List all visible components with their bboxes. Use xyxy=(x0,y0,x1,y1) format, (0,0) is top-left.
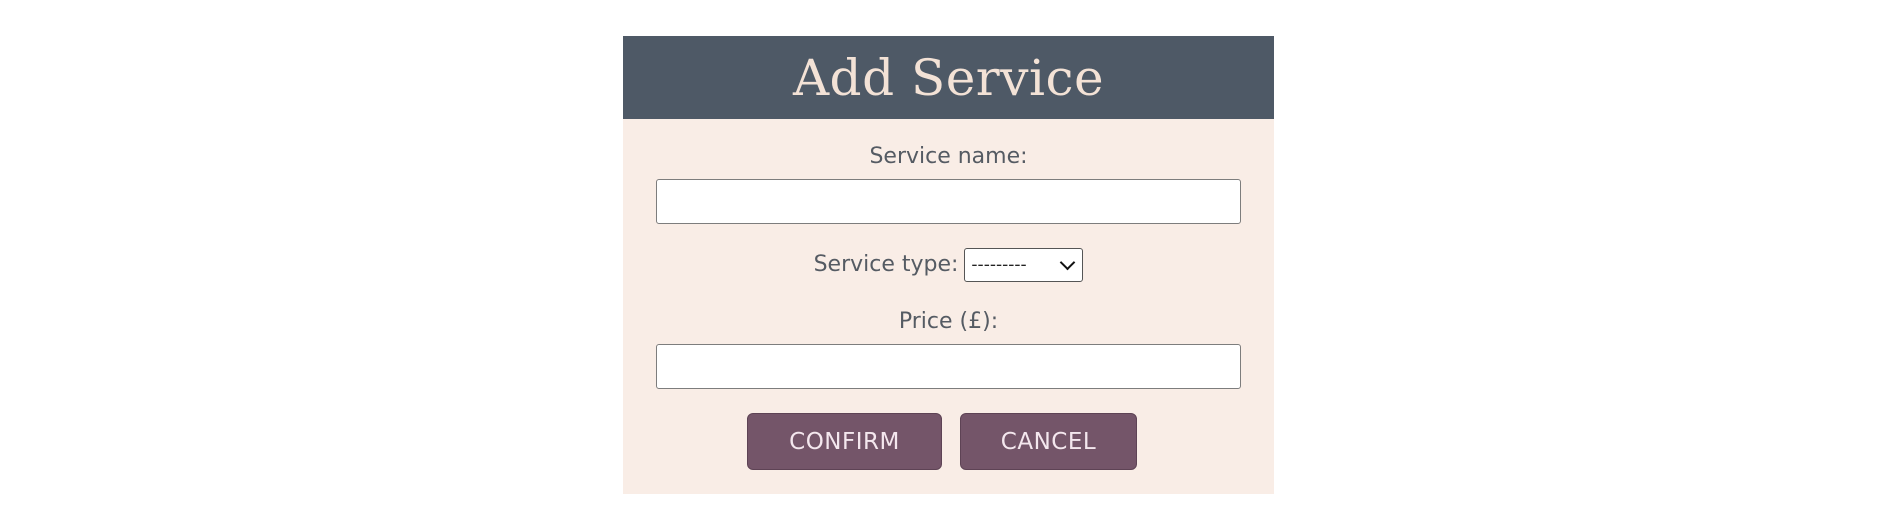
price-input[interactable] xyxy=(656,344,1241,389)
dialog-title: Add Service xyxy=(792,48,1105,107)
chevron-down-icon xyxy=(1060,254,1076,271)
dialog-header: Add Service xyxy=(623,36,1274,119)
add-service-dialog: Add Service Service name: Service type: … xyxy=(623,36,1274,494)
service-type-row: Service type: --------- xyxy=(623,248,1274,282)
service-name-label: Service name: xyxy=(869,144,1028,169)
cancel-button[interactable]: CANCEL xyxy=(960,413,1137,470)
service-type-select[interactable]: --------- xyxy=(964,248,1084,282)
service-type-selected-value: --------- xyxy=(971,255,1027,275)
confirm-button[interactable]: CONFIRM xyxy=(747,413,942,470)
price-label: Price (£): xyxy=(898,309,999,334)
service-type-label: Service type: xyxy=(813,252,959,277)
service-name-input[interactable] xyxy=(656,179,1241,224)
